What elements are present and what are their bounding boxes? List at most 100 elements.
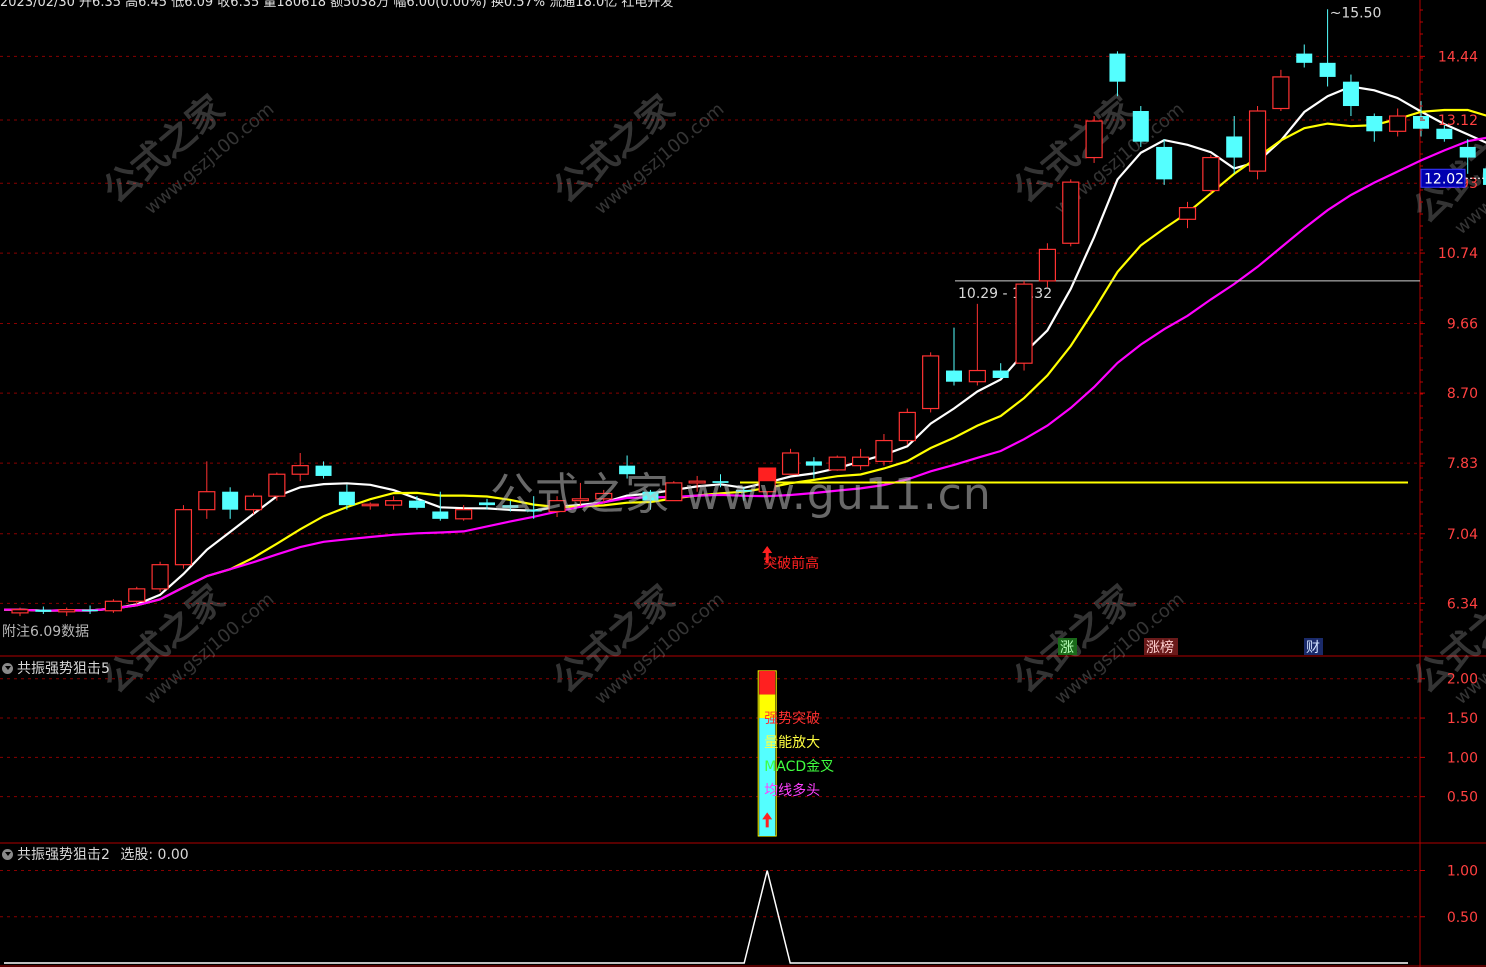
candle-body (1085, 120, 1103, 159)
candle-body (338, 491, 355, 506)
price-tick-label: 7.83 (1447, 456, 1478, 472)
candle-body (408, 500, 425, 508)
candle-body (1202, 156, 1220, 192)
candle-body (1156, 146, 1173, 180)
diagonal-watermark: 公式之家www.gszj100.com (96, 578, 278, 709)
candles-layer: 突破前高 ~15.50 附注6.09数据涨 涨榜 财 (2, 5, 1486, 656)
candle-body (104, 600, 123, 612)
price-tick-label: 10.74 (1438, 246, 1478, 262)
candle-body (1226, 136, 1243, 158)
diagonal-watermark: 公式之家www.gszj100.com (96, 88, 278, 219)
indicator-signal-label: 强势突破 (764, 711, 820, 727)
candle-body (898, 411, 916, 442)
candle-body (1296, 53, 1313, 63)
sub-panel-2-title[interactable]: 共振强势狙击2 选股: 0.00 (0, 844, 189, 864)
candle (174, 505, 193, 569)
candle-body (291, 465, 309, 475)
candle (222, 487, 239, 519)
dropdown-icon[interactable] (2, 663, 13, 674)
candle (968, 303, 986, 386)
indicator-tick-label: 1.00 (1447, 750, 1478, 766)
candle (1015, 280, 1033, 371)
diagonal-watermark: 公式之家www.gszj100.com (1006, 578, 1188, 709)
event-badge-label: 涨榜 (1146, 639, 1174, 656)
candle-body (455, 509, 473, 520)
sub-panel-1-title-text: 共振强势狙击5 (17, 661, 110, 677)
candle (361, 502, 379, 510)
indicator-signal-label: 量能放大 (764, 735, 820, 751)
signal-label: 突破前高 (763, 555, 819, 572)
price-tick-label: 7.04 (1447, 527, 1478, 543)
price-tick-label: 14.44 (1438, 49, 1478, 65)
candle (992, 363, 1009, 378)
candle (244, 493, 263, 515)
sub-panel-1-title[interactable]: 共振强势狙击5 (0, 658, 110, 678)
candle (1085, 116, 1103, 163)
candle (1132, 106, 1149, 147)
candle (291, 452, 309, 482)
ma-slow-line (4, 136, 1486, 612)
candle (1366, 113, 1383, 142)
candle-body (385, 500, 403, 506)
candle (408, 496, 425, 510)
sub-panel-2-title-text: 共振强势狙击2 (17, 847, 110, 863)
range-label: 10.29 - 10.32 (958, 286, 1052, 302)
candle (1272, 69, 1290, 112)
candle (1178, 201, 1197, 229)
watermark-layer: 公式之家www.gszj100.com 公式之家www.gszj100.com 公式… (96, 88, 1486, 709)
high-marker-label: ~15.50 (1330, 5, 1382, 21)
candle-body (1015, 283, 1033, 364)
candle (1202, 154, 1220, 194)
candle-body (1342, 81, 1359, 107)
indicator-signal-label: MACD金叉 (764, 759, 834, 775)
indicator-tick-label: 1.50 (1447, 711, 1478, 727)
candle-body (361, 503, 379, 507)
price-tick-label: 9.66 (1447, 317, 1478, 333)
indicator-panel-1: 2.00 1.50 1.00 0.50 强势突破量能放大 MACD金叉均线多头 (0, 670, 1478, 837)
candle-body (992, 370, 1009, 378)
candle (151, 561, 169, 592)
indicator-panel-2: 1.00 0.50 (0, 864, 1478, 964)
candle (1038, 243, 1057, 288)
candle-body (922, 355, 940, 410)
candle (1109, 51, 1126, 97)
candle (1389, 108, 1407, 137)
candle-body (222, 491, 239, 510)
candle-body (968, 369, 986, 383)
sub-panel-2-value: 选股: 0.00 (120, 847, 189, 863)
candle (58, 607, 76, 617)
dropdown-icon[interactable] (2, 849, 13, 860)
candle-body (1389, 115, 1407, 132)
price-tick-label: 13.12 (1438, 113, 1478, 129)
diagonal-watermark: 公式之家www.gszj100.com (1406, 578, 1486, 709)
candle-body (128, 588, 146, 602)
indicator-bar-red (759, 670, 776, 695)
candle-body (1062, 181, 1080, 244)
candle-body (1132, 111, 1149, 142)
candle-body (1459, 146, 1476, 158)
price-tick-label: 8.70 (1447, 386, 1478, 402)
candle (104, 599, 123, 613)
candle (198, 461, 216, 519)
candle (1156, 139, 1173, 185)
candle (946, 327, 962, 386)
diagonal-watermark: 公式之家www.gszj100.com (546, 578, 728, 709)
diagonal-watermark: 公式之家www.gszj100.com (546, 88, 728, 219)
candle-body (198, 491, 216, 511)
candle-body (1319, 62, 1336, 77)
candle-body (58, 609, 76, 613)
candle-body (1038, 248, 1057, 282)
indicator-tick-label: 2.00 (1447, 672, 1478, 688)
candle (385, 496, 403, 510)
candle-body (151, 564, 169, 590)
indicator-signal-label: 均线多头 (764, 782, 820, 799)
candle-body (432, 511, 449, 519)
price-axis-layer: 14.4413.1211.9310.749.668.707.837.046.34… (1420, 9, 1486, 647)
center-watermark: 公式之家 www.gu11.cn (490, 469, 992, 520)
candle (1342, 74, 1359, 117)
candle-body (82, 609, 99, 612)
candle-body (174, 509, 193, 566)
event-badge-label: 财 (1306, 640, 1320, 656)
candle (1062, 179, 1080, 247)
candle-body (315, 465, 332, 476)
